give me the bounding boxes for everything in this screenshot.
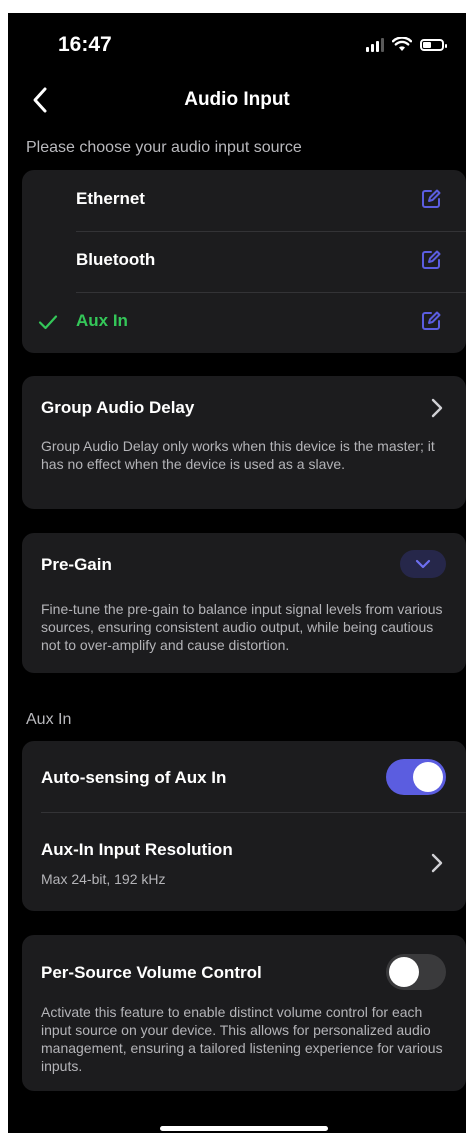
- chevron-right-icon[interactable]: [430, 398, 444, 418]
- edit-icon[interactable]: [420, 310, 442, 332]
- volume-control-card: Per-Source Volume Control Activate this …: [22, 935, 466, 1091]
- group-audio-delay-description: Group Audio Delay only works when this d…: [41, 438, 435, 472]
- source-item-aux-in[interactable]: Aux In: [22, 292, 466, 353]
- divider: [41, 812, 466, 813]
- pre-gain-card: Pre-Gain Fine-tune the pre-gain to balan…: [22, 533, 466, 673]
- source-item-ethernet[interactable]: Ethernet: [22, 170, 466, 231]
- pre-gain-expand-button[interactable]: [400, 550, 446, 578]
- pre-gain-title: Pre-Gain: [41, 555, 112, 574]
- input-resolution-label: Aux-In Input Resolution: [41, 840, 233, 859]
- source-label: Ethernet: [76, 189, 145, 208]
- sources-heading: Please choose your audio input source: [26, 139, 302, 156]
- pre-gain-description: Fine-tune the pre-gain to balance input …: [41, 601, 443, 653]
- source-list: Ethernet Bluetooth Aux In: [22, 170, 466, 353]
- input-resolution-value: Max 24-bit, 192 kHz: [41, 871, 166, 887]
- status-time: 16:47: [58, 33, 112, 56]
- volume-control-toggle[interactable]: [386, 954, 446, 990]
- source-label: Bluetooth: [76, 250, 156, 269]
- cellular-signal-icon: [366, 37, 384, 52]
- battery-icon: [420, 38, 447, 51]
- aux-in-heading: Aux In: [26, 711, 72, 728]
- group-audio-delay-card[interactable]: Group Audio Delay Group Audio Delay only…: [22, 376, 466, 509]
- aux-in-card: Auto-sensing of Aux In Aux-In Input Reso…: [22, 741, 466, 911]
- chevron-right-icon[interactable]: [430, 853, 444, 873]
- status-icons: [366, 37, 447, 52]
- volume-control-title: Per-Source Volume Control: [41, 963, 262, 982]
- volume-control-description: Activate this feature to enable distinct…: [41, 1004, 443, 1074]
- home-indicator: [160, 1126, 328, 1131]
- auto-sensing-label: Auto-sensing of Aux In: [41, 768, 227, 787]
- screen: 16:47 Audio Input Please choose your aud…: [8, 13, 466, 1133]
- source-item-bluetooth[interactable]: Bluetooth: [22, 231, 466, 292]
- checkmark-icon: [38, 315, 58, 330]
- chevron-down-icon: [415, 559, 431, 569]
- edit-icon[interactable]: [420, 188, 442, 210]
- auto-sensing-toggle[interactable]: [386, 759, 446, 795]
- page-title: Audio Input: [184, 89, 290, 110]
- edit-icon[interactable]: [420, 249, 442, 271]
- wifi-icon: [392, 37, 412, 51]
- group-audio-delay-title: Group Audio Delay: [41, 398, 195, 417]
- source-label: Aux In: [76, 311, 128, 330]
